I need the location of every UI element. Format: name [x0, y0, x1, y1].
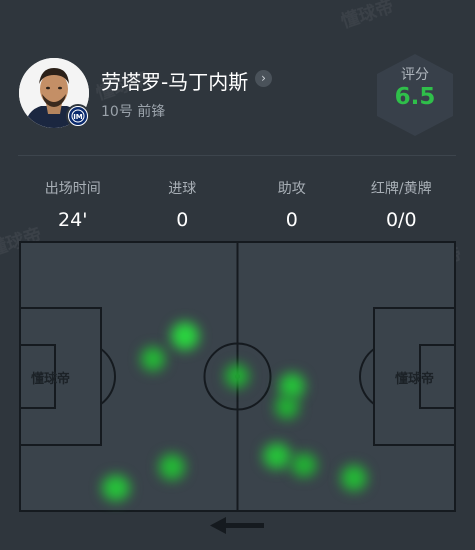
heat-dot: [159, 454, 185, 480]
heatmap-pitch: 懂球帝 懂球帝: [19, 241, 456, 512]
stats-row: 出场时间 24' 进球 0 助攻 0 红牌/黄牌 0/0: [18, 178, 456, 234]
heat-dot: [102, 475, 130, 501]
player-name[interactable]: 劳塔罗-马丁内斯: [101, 66, 248, 95]
heat-dot: [141, 347, 165, 371]
rating-label: 评分: [401, 67, 429, 83]
pitch-watermark-right: 懂球帝: [395, 372, 435, 387]
stat-label: 红牌/黄牌: [370, 181, 432, 197]
stat-value: 0: [285, 209, 298, 231]
heat-dot: [263, 443, 291, 469]
stat-goals: 进球 0: [128, 178, 238, 234]
stat-value: 0/0: [385, 209, 417, 231]
stat-label: 助攻: [277, 181, 306, 197]
rating-value: 6.5: [394, 84, 436, 110]
stat-label: 进球: [168, 181, 197, 197]
stat-cards: 红牌/黄牌 0/0: [347, 178, 457, 234]
heat-dot: [341, 465, 367, 491]
heat-dot: [275, 395, 299, 419]
stat-value: 24': [58, 209, 88, 231]
stat-assists: 助攻 0: [237, 178, 347, 234]
club-badge-icon: IM: [66, 104, 90, 128]
stat-minutes: 出场时间 24': [18, 178, 128, 234]
stat-label: 出场时间: [44, 181, 101, 197]
chevron-right-icon[interactable]: ›: [255, 70, 272, 87]
divider: [18, 155, 456, 156]
heat-dot: [225, 364, 249, 388]
pitch-watermark-left: 懂球帝: [31, 372, 71, 387]
svg-text:IM: IM: [73, 113, 83, 121]
arrow-left-icon: [210, 517, 264, 534]
heat-dot: [291, 453, 317, 477]
player-header: IM 劳塔罗-马丁内斯 › 10号 前锋 评分 6.5: [0, 0, 475, 150]
player-number-position: 10号 前锋: [101, 104, 166, 120]
heat-dot: [171, 322, 199, 350]
stat-value: 0: [176, 209, 189, 231]
